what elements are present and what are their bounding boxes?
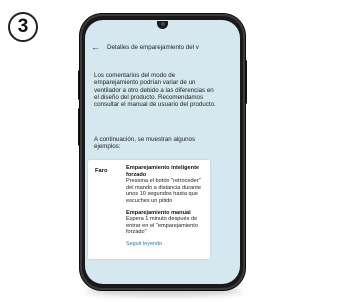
smart-pairing-text: Presiona el botón "retroceder" del mando… (126, 178, 201, 204)
app-bar: ← Detalles de emparejamiento del v (85, 38, 240, 56)
step-number-badge: 3 (8, 12, 38, 42)
device-label: Faro (95, 168, 108, 174)
page-title: Detalles de emparejamiento del v (107, 43, 199, 51)
manual-pairing-title: Emparejamiento manual (126, 209, 191, 216)
smart-pairing-title: Emparejamiento inteligente forzado (126, 165, 200, 178)
manual-pairing-text: Espera 1 minuto después de entrar en el … (126, 216, 198, 236)
example-card: Faro Emparejamiento inteligente forzado … (88, 160, 210, 259)
front-camera-icon (161, 22, 165, 26)
card-body: Emparejamiento inteligente forzado Presi… (126, 165, 208, 248)
arrow-left-icon[interactable]: ← (91, 42, 101, 52)
examples-intro-text: A continuación, se muestran algunos ejem… (94, 136, 196, 151)
read-more-link[interactable]: Seguir leyendo (126, 241, 208, 248)
phone-screen: ← Detalles de emparejamiento del v Los c… (85, 20, 240, 284)
intro-text: Los comentarios del modo de emparejamien… (94, 72, 216, 109)
